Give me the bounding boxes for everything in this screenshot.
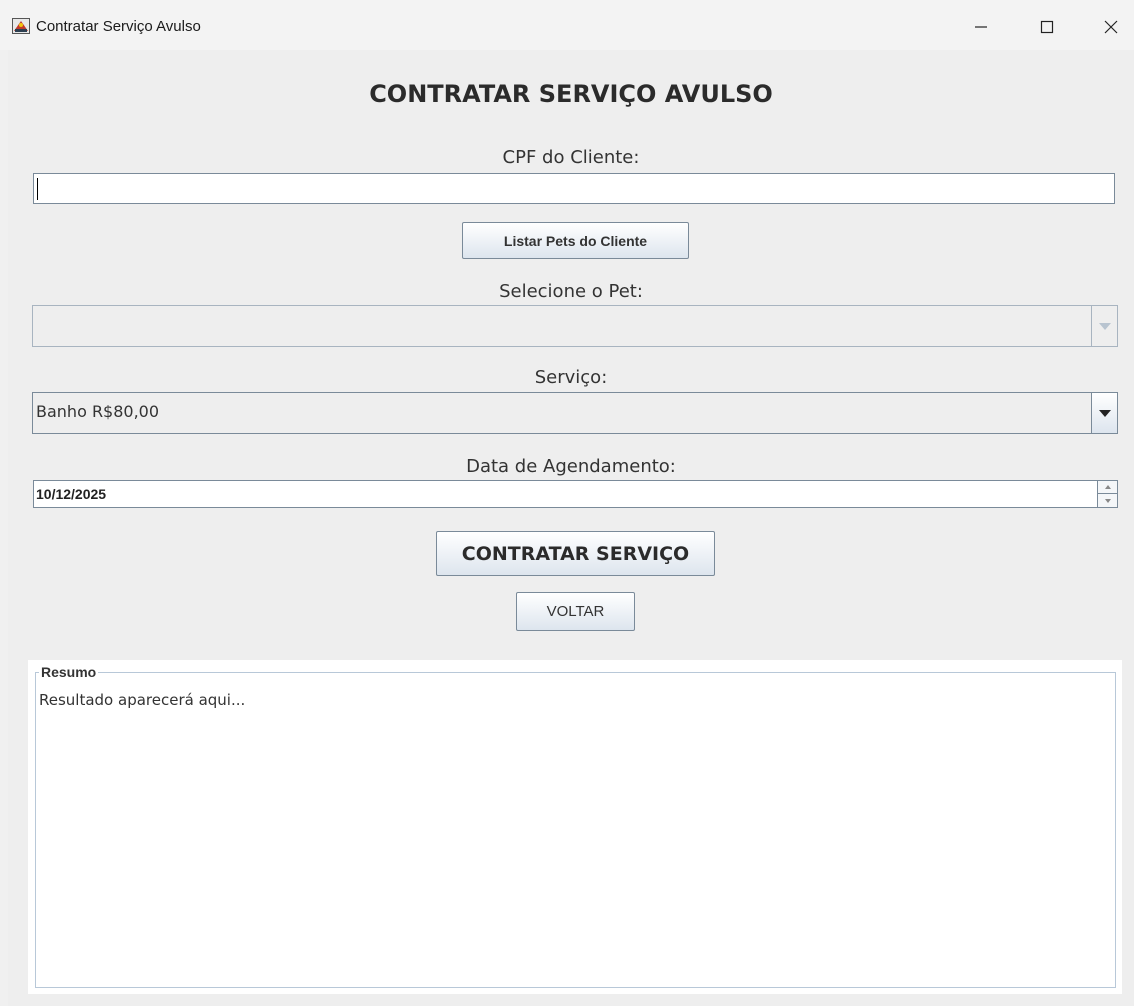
date-spinner[interactable]: 10/12/2025: [33, 480, 1118, 508]
form-panel: CONTRATAR SERVIÇO AVULSO CPF do Cliente:…: [8, 50, 1134, 1006]
cpf-label: CPF do Cliente:: [502, 147, 640, 168]
minimize-icon[interactable]: [966, 12, 996, 42]
contract-service-button[interactable]: CONTRATAR SERVIÇO: [436, 531, 715, 576]
pet-select[interactable]: [32, 305, 1118, 347]
summary-border: [35, 672, 1116, 988]
date-label: Data de Agendamento:: [466, 456, 676, 477]
spinner-buttons: [1097, 481, 1117, 507]
list-pets-button[interactable]: Listar Pets do Cliente: [462, 222, 689, 259]
cpf-input[interactable]: [33, 173, 1115, 204]
maximize-icon[interactable]: [1032, 12, 1062, 42]
summary-textarea[interactable]: Resultado aparecerá aqui...: [39, 691, 245, 709]
service-label: Serviço:: [534, 367, 608, 388]
chevron-down-icon[interactable]: [1091, 306, 1117, 346]
service-select-value: Banho R$80,00: [36, 402, 160, 421]
window-titlebar: Contratar Serviço Avulso: [0, 0, 1134, 50]
page-title: CONTRATAR SERVIÇO AVULSO: [369, 80, 773, 108]
spinner-down-icon[interactable]: [1098, 494, 1117, 507]
summary-panel: Resumo Resultado aparecerá aqui...: [28, 660, 1122, 994]
spinner-up-icon[interactable]: [1098, 481, 1117, 494]
back-button[interactable]: VOLTAR: [516, 592, 635, 631]
date-spinner-value: 10/12/2025: [36, 486, 107, 502]
pet-label: Selecione o Pet:: [499, 281, 643, 302]
chevron-down-icon[interactable]: [1091, 393, 1117, 433]
summary-title: Resumo: [39, 664, 99, 680]
java-app-icon: [12, 18, 30, 34]
close-icon[interactable]: [1096, 12, 1126, 42]
service-select[interactable]: Banho R$80,00: [32, 392, 1118, 434]
window-title: Contratar Serviço Avulso: [36, 18, 201, 35]
text-caret: [37, 178, 38, 200]
